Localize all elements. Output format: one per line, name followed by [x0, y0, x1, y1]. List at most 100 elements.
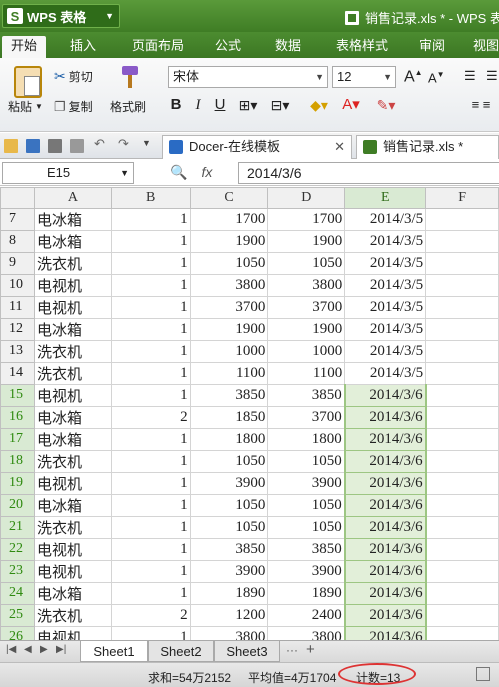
- cell-amount[interactable]: 2400: [267, 603, 346, 627]
- cell-quantity[interactable]: 1: [110, 361, 191, 385]
- cell-empty[interactable]: [425, 471, 499, 495]
- row-header[interactable]: 17: [0, 427, 35, 451]
- cell-amount[interactable]: 3900: [267, 471, 346, 495]
- cell-product[interactable]: 洗衣机: [33, 449, 112, 473]
- print-icon[interactable]: [48, 139, 62, 153]
- cell-amount[interactable]: 1050: [267, 493, 346, 517]
- cell-product[interactable]: 电视机: [33, 295, 112, 319]
- cell-amount[interactable]: 1000: [267, 339, 346, 363]
- tab-docer-templates[interactable]: Docer-在线模板 ✕: [162, 135, 352, 159]
- cell-date[interactable]: 2014/3/5: [344, 361, 427, 385]
- cell-product[interactable]: 洗衣机: [33, 339, 112, 363]
- font-color-button[interactable]: A▾: [338, 94, 364, 116]
- cell-unit-price[interactable]: 3850: [189, 537, 269, 561]
- cell-empty[interactable]: [425, 339, 499, 363]
- fill-color-button[interactable]: ◆▾: [306, 94, 332, 116]
- cell-quantity[interactable]: 1: [110, 427, 191, 451]
- cell-empty[interactable]: [425, 493, 499, 517]
- cell-unit-price[interactable]: 1850: [189, 405, 269, 429]
- sheet-tab-3[interactable]: Sheet3: [214, 641, 280, 662]
- tab-formulas[interactable]: 公式: [206, 36, 250, 56]
- italic-button[interactable]: I: [188, 94, 208, 116]
- cell-date[interactable]: 2014/3/6: [343, 493, 427, 517]
- cell-quantity[interactable]: 1: [110, 515, 191, 539]
- cell-product[interactable]: 电冰箱: [33, 581, 112, 605]
- column-header-b[interactable]: B: [110, 187, 191, 209]
- cell-product[interactable]: 电冰箱: [33, 405, 112, 429]
- cell-empty[interactable]: [425, 383, 499, 407]
- cell-date[interactable]: 2014/3/6: [343, 405, 427, 429]
- cell-date[interactable]: 2014/3/6: [343, 383, 427, 407]
- cell-empty[interactable]: [425, 559, 499, 583]
- cell-empty[interactable]: [425, 229, 499, 253]
- paste-icon[interactable]: [14, 66, 42, 98]
- row-header[interactable]: 26: [0, 625, 35, 640]
- cell-date[interactable]: 2014/3/5: [344, 229, 427, 253]
- column-header-e[interactable]: E: [344, 187, 427, 209]
- cell-quantity[interactable]: 2: [110, 405, 191, 429]
- cell-date[interactable]: 2014/3/6: [343, 449, 427, 473]
- cell-unit-price[interactable]: 1900: [189, 229, 269, 253]
- cell-date[interactable]: 2014/3/6: [343, 515, 427, 539]
- tab-data[interactable]: 数据: [266, 36, 310, 56]
- cell-unit-price[interactable]: 3700: [189, 295, 269, 319]
- formula-input[interactable]: 2014/3/6: [238, 162, 499, 184]
- underline-button[interactable]: U: [210, 94, 230, 116]
- cell-date[interactable]: 2014/3/5: [344, 339, 427, 363]
- cell-product[interactable]: 电视机: [33, 537, 112, 561]
- cell-unit-price[interactable]: 1050: [189, 515, 269, 539]
- cell-quantity[interactable]: 1: [110, 273, 191, 297]
- cell-date[interactable]: 2014/3/6: [343, 625, 427, 640]
- select-all-corner[interactable]: [0, 187, 35, 209]
- cell-amount[interactable]: 1050: [267, 449, 346, 473]
- cell-unit-price[interactable]: 1050: [189, 251, 269, 275]
- cell-amount[interactable]: 3850: [267, 383, 346, 407]
- cell-product[interactable]: 电视机: [33, 383, 112, 407]
- cell-quantity[interactable]: 1: [110, 471, 191, 495]
- cell-amount[interactable]: 3850: [267, 537, 346, 561]
- cell-empty[interactable]: [425, 449, 499, 473]
- cell-empty[interactable]: [425, 273, 499, 297]
- cell-product[interactable]: 电视机: [33, 273, 112, 297]
- increase-font-button[interactable]: A▲: [404, 68, 423, 86]
- cell-quantity[interactable]: 1: [110, 229, 191, 253]
- name-box[interactable]: E15 ▼: [2, 162, 134, 184]
- cell-product[interactable]: 洗衣机: [33, 361, 112, 385]
- cell-quantity[interactable]: 1: [110, 625, 191, 640]
- cell-empty[interactable]: [425, 515, 499, 539]
- cell-product[interactable]: 电视机: [33, 471, 112, 495]
- row-header[interactable]: 24: [0, 581, 35, 605]
- cell-amount[interactable]: 3800: [267, 625, 346, 640]
- cell-date[interactable]: 2014/3/6: [343, 581, 427, 605]
- redo-icon[interactable]: ↷: [118, 136, 132, 151]
- cell-amount[interactable]: 3900: [267, 559, 346, 583]
- cell-amount[interactable]: 3700: [267, 295, 346, 319]
- row-header[interactable]: 19: [0, 471, 35, 495]
- cell-unit-price[interactable]: 1900: [189, 317, 269, 341]
- cell-unit-price[interactable]: 1000: [189, 339, 269, 363]
- customize-toolbar-icon[interactable]: ▼: [142, 138, 156, 152]
- cell-amount[interactable]: 1900: [267, 317, 346, 341]
- cell-empty[interactable]: [425, 603, 499, 627]
- tab-table-style[interactable]: 表格样式: [326, 36, 398, 56]
- cell-product[interactable]: 电冰箱: [33, 427, 112, 451]
- cell-table[interactable]: A B C D E F 7 电冰箱 1 1700 1700 2014/3/5 8 电冰箱 1 19…: [0, 187, 499, 640]
- cell-quantity[interactable]: 1: [110, 383, 191, 407]
- cell-unit-price[interactable]: 3900: [189, 471, 269, 495]
- cell-empty[interactable]: [425, 295, 499, 319]
- row-header[interactable]: 10: [0, 273, 35, 297]
- cell-empty[interactable]: [425, 361, 499, 385]
- cell-date[interactable]: 2014/3/6: [343, 559, 427, 583]
- copy-button[interactable]: ❐ 复制: [54, 98, 93, 115]
- tab-home[interactable]: 开始: [2, 36, 46, 58]
- cell-unit-price[interactable]: 1050: [189, 493, 269, 517]
- sheet-tab-1[interactable]: Sheet1: [80, 641, 148, 662]
- cell-empty[interactable]: [425, 581, 499, 605]
- bold-button[interactable]: B: [166, 94, 186, 116]
- row-header[interactable]: 14: [0, 361, 35, 385]
- cell-date[interactable]: 2014/3/5: [344, 295, 427, 319]
- cut-button[interactable]: ✂ 剪切: [54, 68, 93, 85]
- column-header-f[interactable]: F: [425, 187, 499, 209]
- format-painter-icon[interactable]: [118, 64, 142, 90]
- align-center-button[interactable]: ☰: [486, 68, 498, 84]
